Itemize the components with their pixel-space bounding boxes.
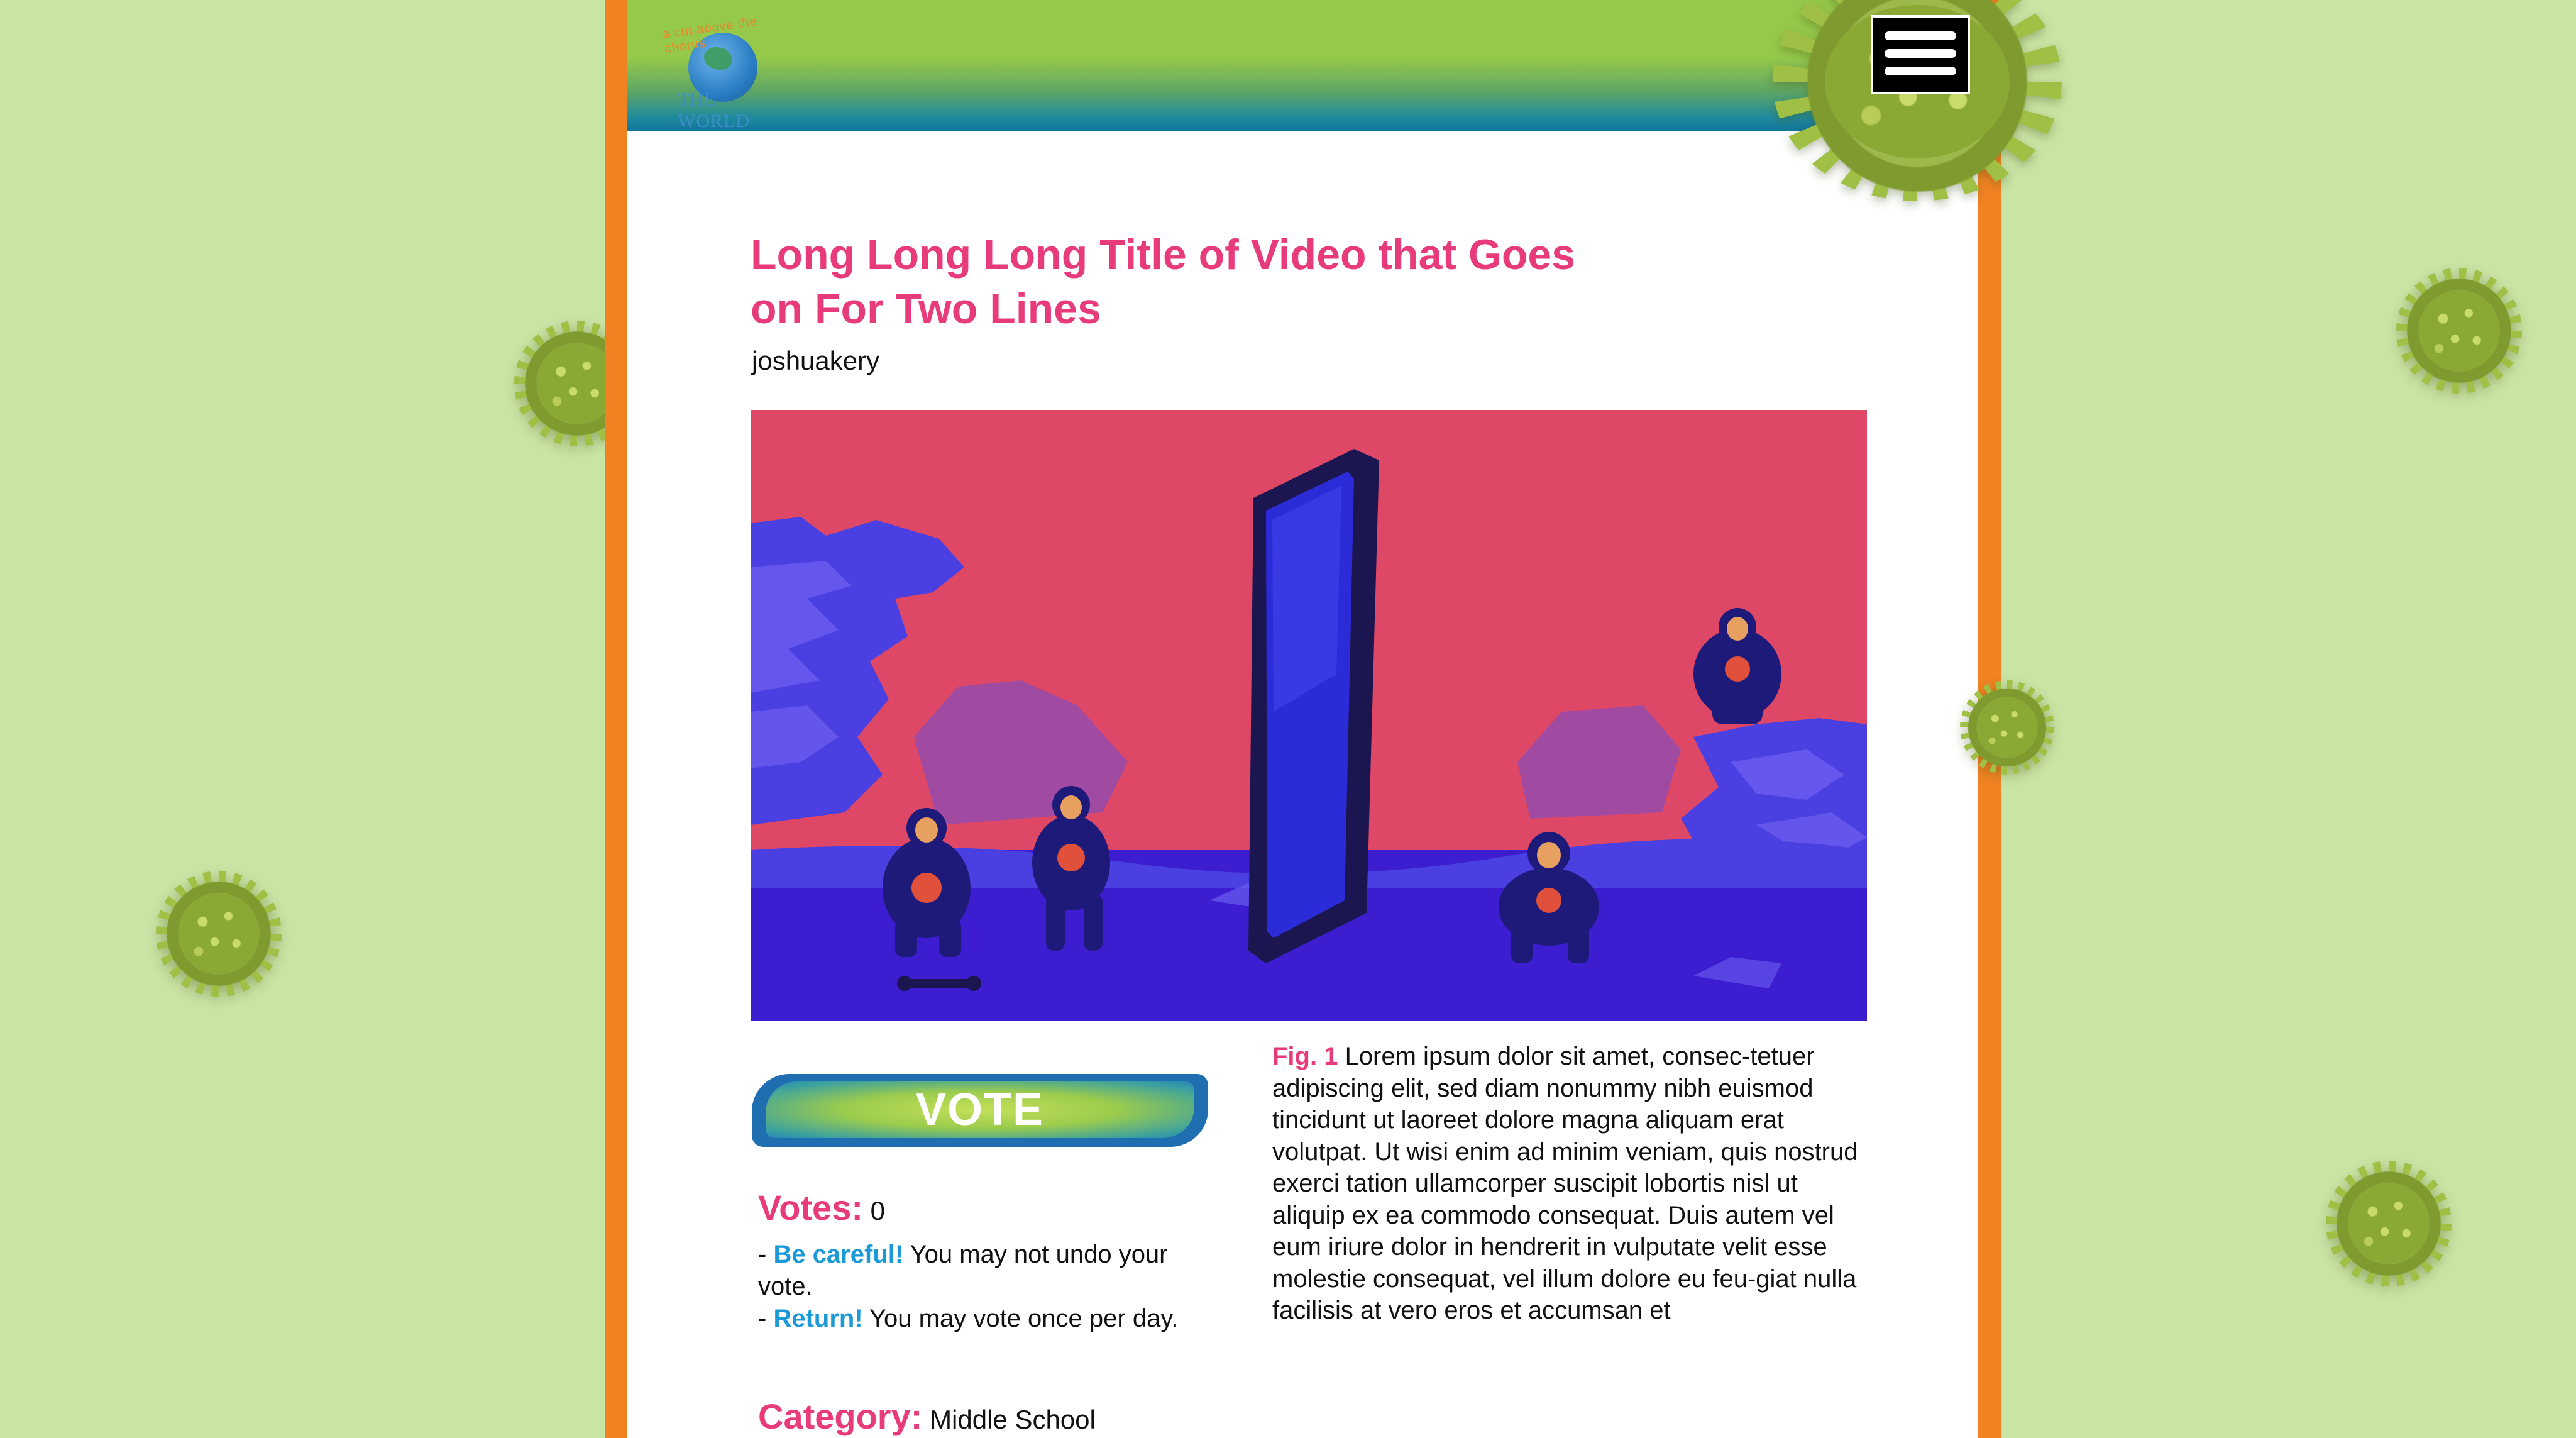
votes-count-line: Votes: 0 bbox=[758, 1187, 885, 1228]
video-caption: Fig. 1 Lorem ipsum dolor sit amet, conse… bbox=[1272, 1041, 1869, 1327]
vote-return-prefix: - bbox=[758, 1305, 774, 1332]
vote-notes: - Be careful! You may not undo your vote… bbox=[758, 1239, 1198, 1335]
menu-bar-icon bbox=[1885, 31, 1956, 40]
vote-return-label: Return! bbox=[773, 1305, 863, 1332]
category-label: Category: bbox=[758, 1397, 923, 1436]
site-logo[interactable]: a cut above the chorus THE WORLD bbox=[660, 14, 789, 131]
hamburger-menu-button[interactable] bbox=[1871, 15, 1970, 94]
votes-count: 0 bbox=[870, 1196, 886, 1225]
vote-button[interactable]: VOTE bbox=[752, 1074, 1208, 1147]
video-author[interactable]: joshuakery bbox=[752, 346, 879, 376]
video-title: Long Long Long Title of Video that Goes … bbox=[751, 231, 1576, 333]
vote-warning: - Be careful! You may not undo your vote… bbox=[758, 1239, 1198, 1303]
virus-decoration-icon bbox=[156, 871, 282, 997]
vote-button-label: VOTE bbox=[915, 1085, 1045, 1135]
vote-button-face: VOTE bbox=[766, 1081, 1194, 1138]
video-illustration bbox=[751, 410, 1867, 1021]
votes-label: Votes: bbox=[758, 1188, 863, 1227]
vote-return-text: You may vote once per day. bbox=[862, 1305, 1179, 1332]
menu-bar-icon bbox=[1885, 67, 1956, 75]
category-value: Middle School bbox=[930, 1405, 1096, 1434]
category-line: Category: Middle School bbox=[758, 1396, 1096, 1437]
logo-wordmark: THE WORLD bbox=[678, 89, 750, 131]
virus-decoration-icon bbox=[2396, 268, 2522, 394]
video-thumbnail[interactable] bbox=[751, 410, 1867, 1021]
caption-text: Lorem ipsum dolor sit amet, consec-tetue… bbox=[1272, 1043, 1858, 1324]
vote-warning-label: Be careful! bbox=[773, 1241, 904, 1268]
figure-label: Fig. 1 bbox=[1272, 1043, 1338, 1070]
menu-bar-icon bbox=[1885, 49, 1956, 58]
virus-decoration-icon bbox=[2326, 1161, 2452, 1286]
vote-warning-prefix: - bbox=[758, 1241, 774, 1268]
virus-decoration-icon bbox=[1960, 680, 2054, 775]
vote-return: - Return! You may vote once per day. bbox=[758, 1303, 1198, 1335]
